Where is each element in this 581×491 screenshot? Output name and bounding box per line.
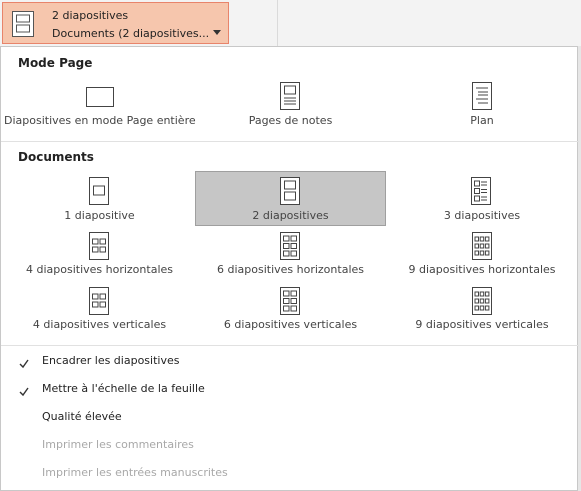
layout-outline[interactable]: Plan bbox=[387, 81, 577, 131]
item-label: Pages de notes bbox=[248, 114, 333, 127]
item-label: 1 diapositive bbox=[64, 209, 135, 222]
handout-1-slide[interactable]: 1 diapositive bbox=[4, 172, 195, 225]
full-page-slide-icon bbox=[86, 87, 114, 111]
option-scale-to-fit[interactable]: Mettre à l'échelle de la feuille bbox=[1, 376, 579, 402]
handout-4-horizontal[interactable]: 4 diapositives horizontales bbox=[4, 228, 195, 280]
dropdown-title: 2 diapositives bbox=[52, 9, 129, 22]
option-print-ink: Imprimer les entrées manuscrites bbox=[1, 460, 579, 486]
print-layout-menu: Mode Page Diapositives en mode Page enti… bbox=[0, 46, 579, 491]
section-title-mode-page: Mode Page bbox=[18, 56, 93, 70]
option-label: Qualité élevée bbox=[42, 410, 122, 423]
checkmark-icon bbox=[19, 382, 29, 401]
item-label: 9 diapositives horizontales bbox=[408, 263, 556, 276]
section-divider bbox=[1, 345, 579, 346]
handout-9-vertical[interactable]: 9 diapositives verticales bbox=[387, 283, 577, 335]
option-label: Encadrer les diapositives bbox=[42, 354, 180, 367]
option-frame-slides[interactable]: Encadrer les diapositives bbox=[1, 348, 579, 374]
layout-notes-pages[interactable]: Pages de notes bbox=[195, 81, 386, 131]
ribbon-divider bbox=[277, 0, 278, 46]
dropdown-subtitle: Documents (2 diapositives... bbox=[52, 27, 210, 40]
option-label: Imprimer les commentaires bbox=[42, 438, 194, 451]
chevron-down-icon bbox=[213, 20, 221, 39]
item-label: 6 diapositives horizontales bbox=[216, 263, 364, 276]
three-slides-icon bbox=[471, 177, 491, 209]
option-print-comments: Imprimer les commentaires bbox=[1, 432, 579, 458]
six-slides-horizontal-icon bbox=[280, 232, 300, 264]
item-label: 4 diapositives horizontales bbox=[25, 263, 173, 276]
option-high-quality[interactable]: Qualité élevée bbox=[1, 404, 579, 430]
handout-6-horizontal[interactable]: 6 diapositives horizontales bbox=[195, 228, 386, 280]
item-label: 2 diapositives bbox=[252, 209, 329, 222]
nine-slides-horizontal-icon bbox=[472, 232, 492, 264]
handout-9-horizontal[interactable]: 9 diapositives horizontales bbox=[387, 228, 577, 280]
section-divider bbox=[1, 141, 579, 142]
checkmark-icon bbox=[19, 354, 29, 373]
option-label: Imprimer les entrées manuscrites bbox=[42, 466, 228, 479]
handout-6-vertical[interactable]: 6 diapositives verticales bbox=[195, 283, 386, 335]
two-slides-icon bbox=[280, 177, 300, 209]
nine-slides-vertical-icon bbox=[472, 287, 492, 319]
item-label: Plan bbox=[470, 114, 494, 127]
item-label: Diapositives en mode Page entière bbox=[4, 114, 196, 127]
item-label: 3 diapositives bbox=[443, 209, 521, 222]
handout-3-slides[interactable]: 3 diapositives bbox=[387, 172, 577, 225]
four-slides-vertical-icon bbox=[89, 287, 109, 319]
option-label: Mettre à l'échelle de la feuille bbox=[42, 382, 205, 395]
six-slides-vertical-icon bbox=[280, 287, 300, 319]
handout-4-vertical[interactable]: 4 diapositives verticales bbox=[4, 283, 195, 335]
outline-icon bbox=[472, 82, 492, 114]
four-slides-horizontal-icon bbox=[89, 232, 109, 264]
item-label: 4 diapositives verticales bbox=[32, 318, 167, 331]
print-layout-dropdown[interactable]: 2 diapositives Documents (2 diapositives… bbox=[2, 2, 229, 44]
one-slide-icon bbox=[89, 177, 109, 209]
section-title-documents: Documents bbox=[18, 150, 94, 164]
item-label: 9 diapositives verticales bbox=[415, 318, 549, 331]
handout-2-slides[interactable]: 2 diapositives bbox=[195, 171, 386, 226]
item-label: 6 diapositives verticales bbox=[223, 318, 358, 331]
two-slides-icon bbox=[12, 11, 34, 41]
layout-full-page-slides[interactable]: Diapositives en mode Page entière bbox=[4, 81, 196, 131]
notes-pages-icon bbox=[280, 82, 300, 114]
